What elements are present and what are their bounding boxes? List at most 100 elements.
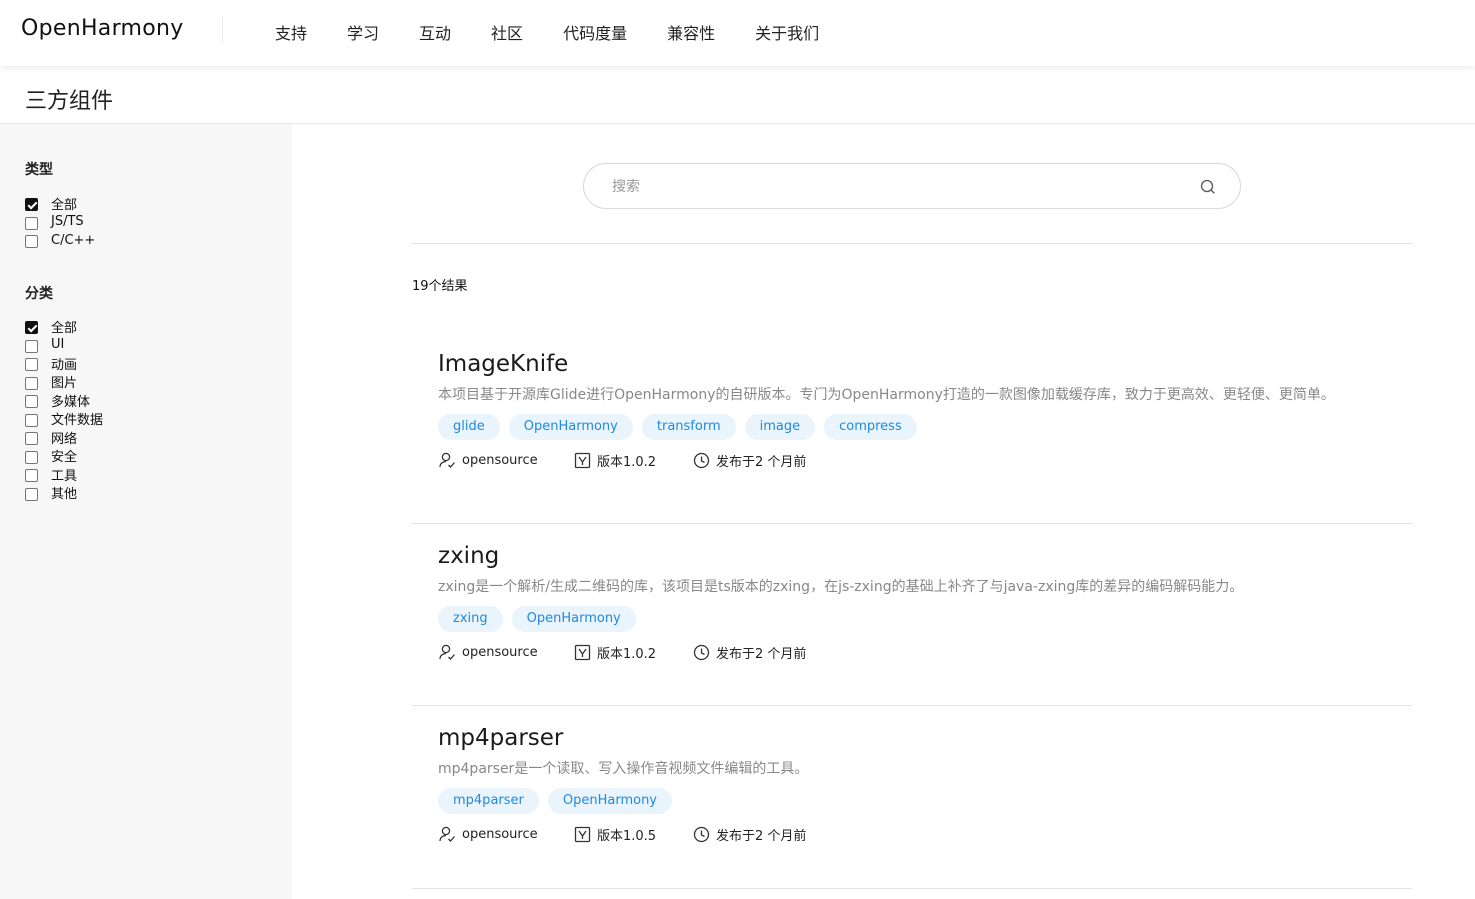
- logo-divider: [222, 16, 223, 44]
- nav-item-learn[interactable]: 学习: [347, 20, 379, 44]
- type-filter-option[interactable]: JS/TS: [25, 213, 95, 232]
- component-card[interactable]: ImageKnife 本项目基于开源库Glide进行OpenHarmony的自研版…: [438, 349, 1388, 470]
- category-filter-checkbox[interactable]: [25, 339, 38, 353]
- type-filter-checkbox[interactable]: [25, 235, 38, 249]
- top-navbar: OpenHarmony 支持 学习 互动 社区 代码度量 兼容性 关于我们: [0, 0, 1475, 66]
- nav-item-interact[interactable]: 互动: [419, 20, 451, 44]
- type-filter-list: 全部 JS/TS C/C++: [25, 194, 95, 250]
- category-filter-option-label: 文件数据: [51, 413, 104, 429]
- version-meta: 版本1.0.2: [574, 643, 693, 662]
- category-filter-option-label: UI: [51, 337, 65, 353]
- tag-chip[interactable]: OpenHarmony: [511, 606, 636, 632]
- category-filter-option[interactable]: 工具: [25, 465, 103, 484]
- category-filter-checkbox[interactable]: [25, 450, 38, 464]
- component-card[interactable]: mp4parser mp4parser是一个读取、写入操作音视频文件编辑的工具。 m…: [438, 723, 1388, 844]
- category-filter-option[interactable]: 动画: [25, 354, 103, 373]
- category-filter-option-label: 动画: [51, 357, 78, 373]
- category-filter-option[interactable]: 文件数据: [25, 410, 104, 429]
- nav-item-community[interactable]: 社区: [491, 20, 523, 44]
- card-title[interactable]: mp4parser: [438, 723, 1388, 753]
- category-filter-option[interactable]: 网络: [25, 428, 103, 447]
- type-filter-checkbox[interactable]: [25, 198, 38, 212]
- search-icon[interactable]: [1200, 179, 1216, 195]
- category-filter-option-label: 其他: [51, 487, 78, 503]
- page-title: 三方组件: [25, 89, 114, 114]
- tag-chip[interactable]: compress: [824, 414, 917, 440]
- component-card[interactable]: zxing zxing是一个解析/生成二维码的库，该项目是ts版本的zxing，在…: [438, 541, 1388, 662]
- card-description: zxing是一个解析/生成二维码的库，该项目是ts版本的zxing，在js-zx…: [438, 579, 1244, 595]
- clock-icon: [693, 644, 716, 661]
- category-filter-checkbox[interactable]: [25, 469, 38, 483]
- nav-item-code-metrics[interactable]: 代码度量: [563, 20, 627, 44]
- card-meta: opensource 版本1.0.2 发布于2 个月前: [438, 642, 1388, 662]
- tag-chip[interactable]: OpenHarmony: [508, 414, 633, 440]
- category-filter-checkbox[interactable]: [25, 321, 38, 335]
- category-filter-option-label: 多媒体: [51, 394, 91, 410]
- category-filter-checkbox[interactable]: [25, 358, 38, 372]
- type-filter-option[interactable]: 全部: [25, 194, 95, 213]
- tag-chip[interactable]: image: [744, 414, 816, 440]
- published-label: 发布于2 个月前: [716, 646, 807, 662]
- tag-list: zxing OpenHarmony: [438, 606, 1388, 632]
- category-filter-list: 全部 UI 动画 图片多媒体文件数据网络安全工具其他: [25, 317, 103, 502]
- published-meta: 发布于2 个月前: [693, 643, 806, 662]
- published-meta: 发布于2 个月前: [693, 825, 806, 844]
- tag-list: mp4parser OpenHarmony: [438, 788, 1388, 814]
- category-filter-checkbox[interactable]: [25, 395, 38, 409]
- tag-list: glide OpenHarmony transform image compress: [438, 414, 1388, 440]
- category-filter-checkbox[interactable]: [25, 487, 38, 501]
- tag-chip[interactable]: zxing: [438, 606, 503, 632]
- card-divider: [412, 523, 1412, 524]
- divider: [412, 243, 1412, 244]
- user-icon: [438, 643, 462, 661]
- search-input[interactable]: [612, 176, 1172, 198]
- card-description: mp4parser是一个读取、写入操作音视频文件编辑的工具。: [438, 761, 809, 777]
- tag-chip[interactable]: glide: [438, 414, 500, 440]
- author-name: opensource: [462, 452, 538, 468]
- card-divider: [412, 888, 1412, 889]
- search-box[interactable]: [583, 163, 1241, 209]
- author-meta: opensource: [438, 643, 574, 661]
- category-filter-option[interactable]: 全部: [25, 317, 103, 336]
- card-divider: [412, 705, 1412, 706]
- category-filter-option-label: 工具: [51, 468, 78, 484]
- category-filter-option-label: 全部: [51, 320, 78, 336]
- type-filter-option[interactable]: C/C++: [25, 231, 95, 250]
- nav-item-about[interactable]: 关于我们: [755, 20, 819, 44]
- card-meta: opensource 版本1.0.5 发布于2 个月前: [438, 824, 1388, 844]
- version-label: 版本1.0.2: [597, 454, 657, 470]
- card-title[interactable]: zxing: [438, 541, 1388, 571]
- author-name: opensource: [462, 826, 538, 842]
- category-filter-checkbox[interactable]: [25, 432, 38, 446]
- category-filter-option-label: 安全: [51, 450, 78, 466]
- tag-chip[interactable]: OpenHarmony: [547, 788, 673, 814]
- card-description: 本项目基于开源库Glide进行OpenHarmony的自研版本。专门为OpenH…: [438, 387, 1335, 403]
- version-icon: [574, 644, 597, 661]
- tag-chip[interactable]: transform: [641, 414, 736, 440]
- type-filter-option-label: C/C++: [51, 232, 96, 248]
- version-meta: 版本1.0.5: [574, 825, 693, 844]
- nav-item-support[interactable]: 支持: [275, 20, 307, 44]
- category-filter-option[interactable]: 其他: [25, 484, 103, 503]
- type-filter-option-label: 全部: [51, 197, 78, 213]
- tag-chip[interactable]: mp4parser: [438, 788, 539, 814]
- filter-sidebar: 类型 全部 JS/TS C/C++ 分类 全部 UI 动画 图片 多媒体 文件数据 网络 安全 工具…: [0, 124, 292, 899]
- category-filter-option[interactable]: 多媒体: [25, 391, 103, 410]
- category-filter-option[interactable]: 安全: [25, 447, 103, 466]
- clock-icon: [693, 826, 716, 843]
- published-label: 发布于2 个月前: [716, 828, 807, 844]
- result-count: 19个结果: [412, 279, 468, 294]
- card-title[interactable]: ImageKnife: [438, 349, 1388, 379]
- logo[interactable]: OpenHarmony: [21, 16, 184, 41]
- nav-item-compatibility[interactable]: 兼容性: [667, 20, 715, 44]
- type-filter-checkbox[interactable]: [25, 216, 38, 230]
- category-filter-option[interactable]: UI: [25, 336, 103, 355]
- user-icon: [438, 451, 462, 469]
- category-filter-checkbox[interactable]: [25, 413, 38, 427]
- category-filter-option[interactable]: 图片: [25, 373, 103, 391]
- version-label: 版本1.0.5: [597, 828, 657, 844]
- category-filter-checkbox[interactable]: [25, 376, 38, 390]
- results-panel: 19个结果 ImageKnife 本项目基于开源库Glide进行OpenHarmo…: [292, 124, 1475, 899]
- category-filter-option-label: 网络: [51, 431, 78, 447]
- user-icon: [438, 825, 462, 843]
